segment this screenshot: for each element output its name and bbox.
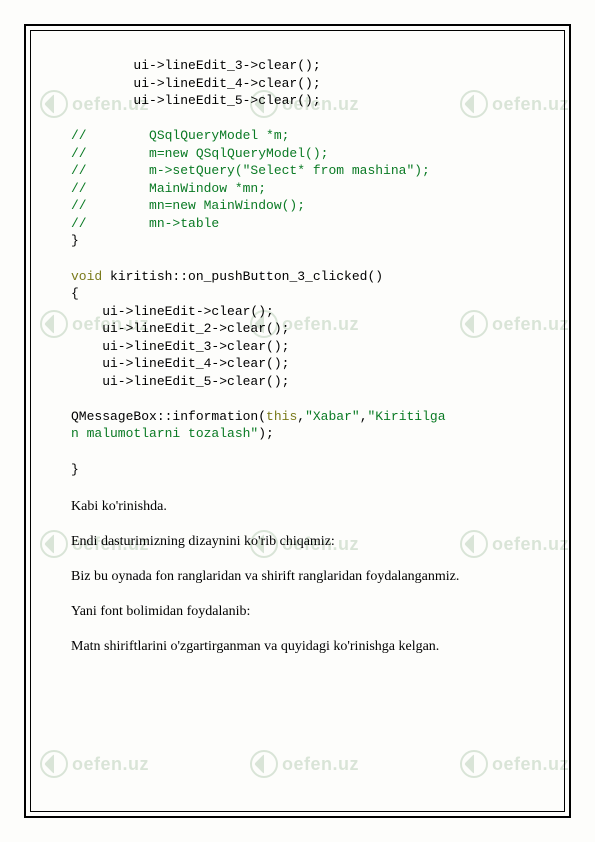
code-line: ui->lineEdit_3->clear(); <box>71 339 289 354</box>
code-line: } <box>71 462 79 477</box>
body-text: Kabi ko'rinishda. Endi dasturimizning di… <box>71 496 536 657</box>
code-line: ui->lineEdit_3->clear(); <box>71 58 321 73</box>
page-frame-inner: ui->lineEdit_3->clear(); ui->lineEdit_4-… <box>30 30 565 812</box>
code-comment: // mn=new MainWindow(); <box>71 198 305 213</box>
paragraph: Kabi ko'rinishda. <box>71 496 536 517</box>
code-line: ); <box>258 426 274 441</box>
code-line: ui->lineEdit_2->clear(); <box>71 321 289 336</box>
code-string: n malumotlarni tozalash" <box>71 426 258 441</box>
paragraph: Yani font bolimidan foydalanib: <box>71 601 536 622</box>
code-comment: // m=new QSqlQueryModel(); <box>71 146 328 161</box>
code-block: ui->lineEdit_3->clear(); ui->lineEdit_4-… <box>71 57 536 478</box>
code-line: ui->lineEdit_4->clear(); <box>71 356 289 371</box>
code-line: ui->lineEdit_5->clear(); <box>71 374 289 389</box>
code-line: , <box>297 409 305 424</box>
code-line: QMessageBox::information( <box>71 409 266 424</box>
code-line: kiritish::on_pushButton_3_clicked() <box>102 269 383 284</box>
code-comment: // m->setQuery("Select* from mashina"); <box>71 163 430 178</box>
code-string: "Xabar" <box>305 409 360 424</box>
code-line: ui->lineEdit->clear(); <box>71 304 274 319</box>
paragraph: Endi dasturimizning dizaynini ko'rib chi… <box>71 531 536 552</box>
paragraph: Matn shiriftlarini o'zgartirganman va qu… <box>71 636 536 657</box>
code-comment: // mn->table <box>71 216 219 231</box>
paragraph: Biz bu oynada fon ranglaridan va shirift… <box>71 566 536 587</box>
code-this: this <box>266 409 297 424</box>
code-line: { <box>71 286 79 301</box>
code-comment: // QSqlQueryModel *m; <box>71 128 289 143</box>
code-line: ui->lineEdit_4->clear(); <box>71 76 321 91</box>
code-line: ui->lineEdit_5->clear(); <box>71 93 321 108</box>
code-line: , <box>360 409 368 424</box>
code-comment: // MainWindow *mn; <box>71 181 266 196</box>
code-keyword: void <box>71 269 102 284</box>
code-line: } <box>71 233 79 248</box>
code-string: "Kiritilga <box>368 409 446 424</box>
